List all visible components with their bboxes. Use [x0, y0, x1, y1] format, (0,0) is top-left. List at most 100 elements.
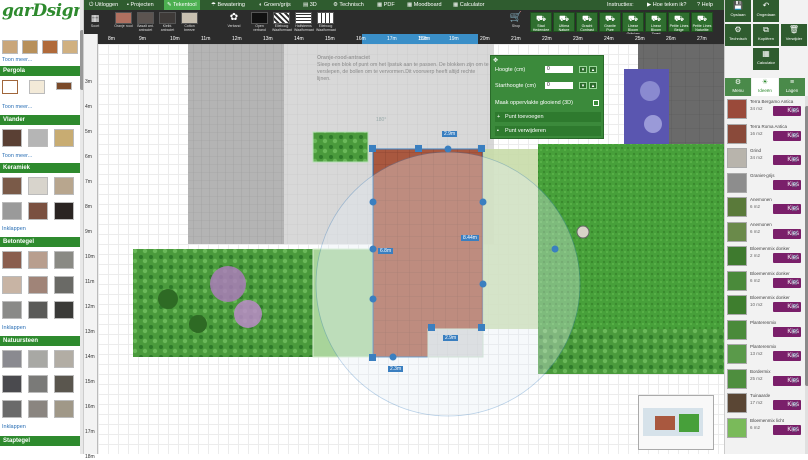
material-swatch[interactable] — [2, 177, 22, 195]
material-thumbnail[interactable] — [727, 148, 747, 168]
material-swatch[interactable] — [54, 375, 74, 393]
material-swatch[interactable] — [2, 301, 22, 319]
section-header-vlander[interactable]: Vlander — [0, 115, 80, 125]
material-thumbnail[interactable] — [727, 295, 747, 315]
section-header-natuursteen[interactable]: Natuursteen — [0, 336, 80, 346]
garden-object[interactable] — [576, 225, 590, 239]
show-more-link[interactable]: Toon meer... — [2, 104, 32, 110]
material-swatch[interactable] — [2, 375, 22, 393]
material-option[interactable]: Oranje rood — [114, 12, 133, 32]
minimap[interactable] — [638, 395, 714, 450]
menu-technisch[interactable]: ⚙ Technisch — [330, 0, 367, 10]
remove-point-button[interactable]: ▪ Punt verwijderen — [495, 126, 601, 136]
material-thumbnail[interactable] — [727, 246, 747, 266]
material-swatch[interactable] — [54, 177, 74, 195]
material-swatch[interactable] — [28, 400, 48, 418]
material-swatch[interactable] — [2, 40, 18, 54]
pattern-option[interactable]: Elleboog Waalformaat — [272, 12, 292, 32]
howto-link[interactable]: ▶ Hoe teken ik? — [644, 0, 689, 10]
menu-pdf[interactable]: ▦ PDF — [374, 0, 398, 10]
shop-item-button[interactable]: ⛟ Stad Hedendee — [530, 12, 552, 32]
material-swatch[interactable] — [2, 251, 22, 269]
material-swatch[interactable] — [28, 177, 48, 195]
menu-calculator[interactable]: ▦ Calculator — [450, 0, 488, 10]
material-option[interactable]: Basalt ant. antraciet — [136, 12, 155, 32]
material-thumbnail[interactable] — [727, 221, 747, 242]
material-thumbnail[interactable] — [727, 417, 747, 438]
drag-icon[interactable]: ✥ — [493, 57, 498, 64]
undo-button[interactable]: ↶ Ongedaan — [753, 0, 779, 22]
material-swatch[interactable] — [28, 375, 48, 393]
tab-ideas[interactable]: ☀ Ideeën — [752, 78, 778, 96]
copy-button[interactable]: ⧉ Kopiëren — [753, 24, 779, 46]
show-more-link[interactable]: Toon meer... — [2, 57, 32, 63]
choose-button[interactable]: Kies 🛒 — [773, 326, 801, 337]
shop-item-button[interactable]: ⛟ Petite Lines Naturlite — [691, 12, 713, 32]
material-swatch[interactable] — [28, 301, 48, 319]
height-up-button[interactable]: ▴ — [589, 66, 597, 73]
pattern-option[interactable]: Elleboog Waalformaat — [316, 12, 336, 32]
shop-button[interactable]: 🛒 Shop — [506, 12, 526, 32]
flowerbed-purple[interactable] — [624, 69, 669, 149]
material-swatch[interactable] — [62, 40, 78, 54]
choose-button[interactable]: Kies 🛒 — [773, 400, 801, 410]
garden-plan[interactable] — [98, 44, 724, 454]
material-swatch[interactable] — [2, 202, 22, 220]
material-thumbnail[interactable] — [727, 344, 747, 364]
start-height-up-button[interactable]: ▴ — [589, 82, 597, 89]
add-point-button[interactable]: + Punt toevoegen — [495, 112, 601, 122]
section-header-pergola[interactable]: Pergola — [0, 66, 80, 76]
material-thumbnail[interactable] — [727, 368, 747, 389]
choose-button[interactable]: Kies 🛒 — [773, 155, 801, 165]
menu-3d[interactable]: ▤ 3D — [300, 0, 320, 10]
rotate-circle[interactable] — [315, 151, 581, 417]
material-thumbnail[interactable] — [727, 172, 747, 193]
material-thumbnail[interactable] — [727, 393, 747, 413]
choose-button[interactable]: Kies 🛒 — [773, 302, 801, 312]
pergola-swatch[interactable] — [29, 80, 45, 94]
section-header-betontegel[interactable]: Betontegel — [0, 237, 80, 247]
calculator-button[interactable]: ▦ Calculator — [753, 48, 779, 70]
shop-item-button[interactable]: ⛟ Ultima Nature — [553, 12, 575, 32]
choose-button[interactable]: Kies 🛒 — [773, 277, 801, 288]
delete-button[interactable]: 🗑 Verwijder — [781, 24, 807, 46]
start-height-input[interactable]: 0 — [545, 82, 573, 89]
collapse-link[interactable]: Inklappen — [2, 325, 26, 331]
choose-button[interactable]: Kies 🛒 — [773, 179, 801, 190]
material-swatch[interactable] — [28, 202, 48, 220]
menu-tekentool[interactable]: ✎ Tekentool — [164, 0, 200, 10]
technical-button[interactable]: ⚙ Technisch — [725, 24, 751, 46]
collapse-link[interactable]: Inklappen — [2, 226, 26, 232]
menu-logout[interactable]: ⏻ Uitloggen — [86, 0, 121, 10]
shop-item-button[interactable]: ⛟ Granite Pure — [599, 12, 621, 32]
shop-item-button[interactable]: ⛟Linear Bloom Zwart — [645, 12, 667, 36]
choose-button[interactable]: Kies 🛒 — [773, 130, 801, 141]
small-planter[interactable] — [312, 131, 369, 163]
height-down-button[interactable]: ▾ — [579, 66, 587, 73]
shop-item-button[interactable]: ⛟ Gracht Contrast — [576, 12, 598, 32]
material-thumbnail[interactable] — [727, 197, 747, 217]
material-thumbnail[interactable] — [727, 123, 747, 144]
sort-selector[interactable]: ▦ Soort — [86, 12, 104, 32]
material-swatch[interactable] — [22, 40, 38, 54]
height-input[interactable]: 0 — [545, 66, 573, 73]
pergola-swatch[interactable] — [2, 80, 18, 94]
material-swatch[interactable] — [28, 276, 48, 294]
help-link[interactable]: ? Help — [694, 0, 716, 10]
verband-selector[interactable]: ✿ Verband — [222, 12, 246, 32]
material-swatch[interactable] — [54, 129, 74, 147]
material-swatch[interactable] — [2, 129, 22, 147]
material-swatch[interactable] — [54, 350, 74, 368]
choose-button[interactable]: Kies 🛒 — [773, 253, 801, 263]
menu-moodboard[interactable]: ▦ Moodboard — [404, 0, 445, 10]
save-button[interactable]: 💾 Opslaan — [725, 0, 751, 22]
collapse-link[interactable]: Inklappen — [2, 424, 26, 430]
material-option[interactable]: Kleibi. antraciet — [158, 12, 177, 32]
shop-item-button[interactable]: ⛟Linear Bloom Grijs/zw — [622, 12, 644, 36]
section-header-staptegel[interactable]: Staptegel — [0, 436, 80, 446]
choose-button[interactable]: Kies 🛒 — [773, 204, 801, 214]
pergola-swatch[interactable] — [56, 82, 72, 90]
material-option[interactable]: Cotton breeze — [180, 12, 199, 32]
material-swatch[interactable] — [28, 129, 48, 147]
pattern-option[interactable]: Open verband — [250, 12, 269, 32]
